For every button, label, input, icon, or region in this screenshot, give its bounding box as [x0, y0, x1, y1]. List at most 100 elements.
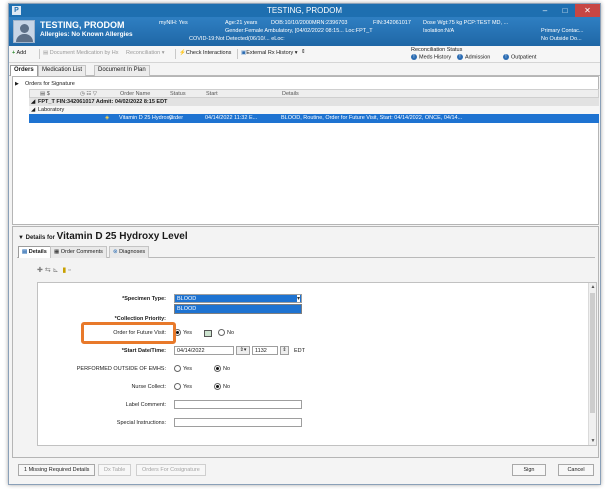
comment-icon: ▦: [54, 249, 60, 255]
app-window: P TESTING, PRODOM – □ ✕ TESTING, PRODOM …: [8, 3, 601, 485]
chevron-down-icon[interactable]: ▼: [18, 235, 24, 241]
title-bar: P TESTING, PRODOM – □ ✕: [9, 4, 600, 17]
copy-detail-icon[interactable]: ⇆: [45, 267, 51, 274]
start-time-field[interactable]: 1132: [252, 346, 278, 355]
covid-text: COVID-19:Not Detected(06/10/... eLoc:: [189, 36, 285, 42]
label-comment-field[interactable]: [174, 400, 302, 409]
allergies-text: Allergies: No Known Allergies: [40, 31, 133, 38]
column-status[interactable]: Status: [170, 91, 186, 97]
details-title: ▼ Details for Vitamin D 25 Hydroxy Level: [18, 231, 188, 242]
column-start[interactable]: Start: [206, 91, 218, 97]
future-visit-highlight: [81, 322, 176, 344]
order-details-form: *Specimen Type: BLOOD ▾ BLOOD *Collectio…: [37, 282, 597, 446]
diagnoses-icon: ⊗: [113, 249, 118, 255]
chevron-down-icon[interactable]: ▾: [296, 295, 300, 302]
primary-contact-text: Primary Contac...: [541, 28, 584, 34]
form-scrollbar[interactable]: ▲ ▼: [588, 283, 596, 445]
performed-outside-no-radio[interactable]: No: [214, 365, 230, 372]
specimen-type-label: *Specimen Type:: [122, 296, 166, 302]
clear-detail-icon[interactable]: ⊾: [53, 267, 59, 274]
avatar: [13, 20, 35, 43]
time-stepper[interactable]: ⇕: [280, 346, 289, 355]
specimen-type-dropdown[interactable]: BLOOD ▾: [174, 294, 302, 303]
details-toolbar: ✚ ⇆ ⊾ ▮ ▫: [37, 266, 71, 274]
column-icons: ◷ ☷ ▽: [80, 91, 98, 97]
tab-orders[interactable]: Orders: [10, 65, 38, 76]
order-icon: ◈: [105, 115, 110, 121]
calendar-icon[interactable]: [204, 330, 212, 337]
reconciliation-button[interactable]: Reconciliation ▾: [126, 50, 165, 56]
column-order-name[interactable]: Order Name: [120, 91, 150, 97]
sign-button[interactable]: Sign: [512, 464, 546, 476]
order-stepper[interactable]: ⇕: [301, 49, 306, 55]
fin-text: FIN:342061017: [373, 20, 411, 26]
column-icons: ▤ $: [40, 91, 50, 97]
label-comment-label: Label Comment:: [125, 402, 166, 408]
reconciliation-status-label: Reconciliation Status: [411, 47, 463, 53]
nurse-collect-no-radio[interactable]: No: [214, 383, 230, 390]
order-status: Order: [169, 115, 184, 121]
close-icon[interactable]: ✕: [575, 4, 600, 17]
special-instructions-label: Special Instructions:: [116, 420, 166, 426]
admission-status[interactable]: ! Admission: [457, 54, 490, 60]
nurse-collect-yes-radio[interactable]: Yes: [174, 383, 192, 390]
minimize-icon[interactable]: –: [535, 4, 555, 17]
category-row[interactable]: ◢ Laboratory: [29, 106, 599, 114]
patient-name[interactable]: TESTING, PRODOM: [40, 20, 125, 30]
orders-group-label: Orders for Signature: [25, 81, 75, 87]
order-name: Vitamin D 25 Hydroxy...: [119, 115, 177, 121]
encounter-row[interactable]: ◢ FPT_T FIN:342061017 Admit: 04/02/2022 8…: [29, 98, 599, 106]
performed-outside-yes-radio[interactable]: Yes: [174, 365, 192, 372]
footer-bar: 1 Missing Required Details Dx Table Orde…: [12, 460, 599, 480]
maximize-icon[interactable]: □: [555, 4, 575, 17]
nurse-collect-label: Nurse Collect:: [131, 384, 166, 390]
future-visit-no-radio[interactable]: No: [218, 329, 234, 336]
tab-diagnoses[interactable]: ⊗ Diagnoses: [109, 246, 150, 258]
alert-icon[interactable]: ▮: [62, 267, 66, 274]
isolation-text: Isolation:N/A: [423, 28, 455, 34]
future-visit-yes-radio[interactable]: Yes: [174, 329, 192, 336]
status-icon: !: [411, 54, 417, 60]
tab-medication-list[interactable]: Medication List: [38, 65, 87, 76]
tab-order-comments[interactable]: ▦ Order Comments: [50, 246, 107, 258]
specimen-type-option[interactable]: BLOOD: [174, 304, 302, 314]
document-medication-button[interactable]: ▤ Document Medication by Hx: [43, 50, 119, 56]
outside-doc-text: No Outside Do...: [541, 36, 582, 42]
outpatient-status[interactable]: ! Outpatient: [503, 54, 536, 60]
collapse-icon[interactable]: ▶: [15, 81, 19, 87]
dose-weight-text: Dose Wgt:75 kg PCP:TEST MD, ...: [423, 20, 509, 26]
timezone-text: EDT: [294, 348, 305, 354]
column-details[interactable]: Details: [282, 91, 299, 97]
tab-document-in-plan[interactable]: Document In Plan: [94, 65, 150, 76]
status-icon: !: [457, 54, 463, 60]
tab-details[interactable]: ▤ Details: [18, 246, 51, 258]
orders-panel: ▶ Orders for Signature ▤ $ ◷ ☷ ▽ Order N…: [12, 76, 599, 225]
date-stepper[interactable]: ⇕▾: [236, 346, 250, 355]
main-tabs: Orders Medication List Document In Plan: [9, 64, 600, 76]
toolbar: + Add ▤ Document Medication by Hx Reconc…: [9, 46, 600, 63]
meds-history-status[interactable]: ! Meds History: [411, 54, 451, 60]
cancel-button[interactable]: Cancel: [558, 464, 594, 476]
missing-details-button[interactable]: 1 Missing Required Details: [18, 464, 96, 476]
orders-table-header: ▤ $ ◷ ☷ ▽ Order Name Status Start Detail…: [29, 89, 599, 98]
details-tabs: ▤ Details ▦ Order Comments ⊗ Diagnoses: [17, 246, 595, 258]
window-title: TESTING, PRODOM: [266, 6, 343, 15]
add-detail-icon[interactable]: ✚: [37, 267, 43, 274]
details-icon: ▤: [22, 249, 28, 255]
mynih-text: myNIH: Yes: [159, 20, 188, 26]
table-row[interactable]: ◈ Vitamin D 25 Hydroxy... Order 04/14/20…: [29, 114, 599, 123]
age-text: Age:21 years: [225, 20, 258, 26]
refresh-icon[interactable]: ▫: [68, 267, 70, 274]
orders-cosignature-button[interactable]: Orders For Cosignature: [136, 464, 206, 476]
start-date-field[interactable]: 04/14/2022: [174, 346, 234, 355]
dx-table-button[interactable]: Dx Table: [98, 464, 132, 476]
gender-location-text: Gender:Female Ambulatory, [04/02/2022 08…: [225, 28, 373, 34]
dob-mrn-text: DOB:10/10/2000MRN:2396703: [271, 20, 348, 26]
special-instructions-field[interactable]: [174, 418, 302, 427]
add-button[interactable]: + Add: [12, 50, 26, 56]
check-interactions-button[interactable]: ⚡Check Interactions: [179, 50, 231, 56]
external-rx-history-button[interactable]: ▣External Rx History ▾: [241, 50, 298, 56]
interactions-icon: ⚡: [179, 50, 186, 56]
document-icon: ▤: [43, 50, 49, 56]
status-icon: !: [503, 54, 509, 60]
